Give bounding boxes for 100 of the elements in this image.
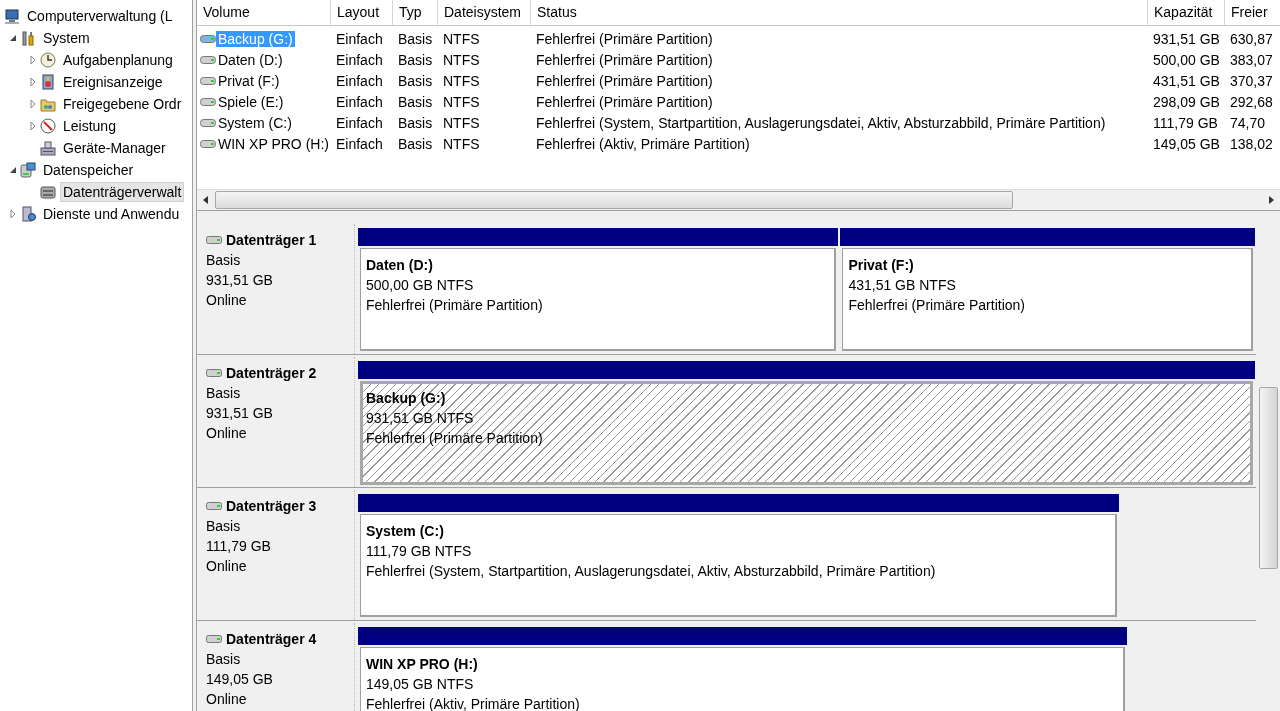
volume-name[interactable]: Spiele (E:): [216, 93, 286, 110]
disk-management-icon: [40, 184, 56, 200]
table-cell: Fehlerfrei (Primäre Partition): [536, 72, 713, 89]
drive-icon: [200, 138, 216, 149]
column-header[interactable]: Dateisystem: [438, 0, 531, 25]
table-cell: 500,00 GB: [1153, 51, 1220, 68]
services-icon: [20, 206, 36, 222]
partition-status: Fehlerfrei (Primäre Partition): [848, 296, 1026, 315]
disk-size: 931,51 GB: [206, 271, 274, 290]
table-cell: 111,79 GB: [1153, 114, 1218, 131]
table-cell: Einfach: [336, 51, 383, 68]
table-cell: Fehlerfrei (Primäre Partition): [536, 30, 713, 47]
table-cell: 292,68: [1230, 93, 1273, 110]
table-cell: 431,51 GB: [1153, 72, 1220, 89]
table-cell: 149,05 GB: [1153, 135, 1220, 152]
shared-folder-icon: [40, 96, 56, 112]
partition-status: Fehlerfrei (Aktiv, Primäre Partition): [366, 695, 581, 711]
partition-name: Daten (D:): [366, 256, 434, 275]
drive-icon: [200, 117, 216, 128]
tree-item[interactable]: Computerverwaltung (L: [24, 6, 176, 26]
storage-icon: [20, 162, 36, 178]
drive-icon: [200, 96, 216, 107]
partition-size: 111,79 GB NTFS: [366, 542, 473, 561]
table-cell: Einfach: [336, 72, 383, 89]
table-cell: Einfach: [336, 135, 383, 152]
expanded-arrow-icon[interactable]: [9, 166, 17, 174]
table-cell: 383,07: [1230, 51, 1273, 68]
column-header[interactable]: Typ: [393, 0, 438, 25]
collapsed-arrow-icon[interactable]: [9, 210, 17, 218]
tree-item[interactable]: Aufgabenplanung: [60, 50, 176, 70]
partition-status: Fehlerfrei (System, Startpartition, Auslagerungsdatei, Aktiv, Absturzabbild, Primäre Partition): [366, 562, 937, 581]
partition-block[interactable]: WIN XP PRO (H:) 149,05 GB NTFS Fehlerfrei (Aktiv, Primäre Partition): [360, 647, 1125, 711]
disk-size: 931,51 GB: [206, 404, 274, 423]
table-cell: Basis: [398, 114, 433, 131]
table-cell: Fehlerfrei (Aktiv, Primäre Partition): [536, 135, 750, 152]
event-log-icon: [40, 74, 56, 90]
table-cell: 931,51 GB: [1153, 30, 1220, 47]
table-cell: Einfach: [336, 30, 383, 47]
device-manager-icon: [40, 140, 56, 156]
column-header[interactable]: Volume: [197, 0, 331, 25]
column-header[interactable]: Layout: [331, 0, 393, 25]
tree-item[interactable]: System: [40, 28, 93, 48]
table-cell: NTFS: [443, 93, 480, 110]
disk-size: 149,05 GB: [206, 670, 274, 689]
table-cell: Basis: [398, 93, 433, 110]
disk-type: Basis: [206, 384, 242, 403]
table-cell: Fehlerfrei (Primäre Partition): [536, 93, 713, 110]
collapsed-arrow-icon[interactable]: [29, 122, 37, 130]
tree-item[interactable]: Freigegebene Ordr: [60, 94, 185, 114]
volume-name[interactable]: WIN XP PRO (H:): [216, 135, 331, 152]
partition-block[interactable]: System (C:) 111,79 GB NTFS Fehlerfrei (System, Startpartition, Auslagerungsdatei, Aktiv, Absturzabbild, Primäre Partition): [360, 514, 1117, 617]
table-cell: NTFS: [443, 72, 480, 89]
scroll-thumb[interactable]: [215, 191, 1013, 209]
partition-name: Privat (F:): [848, 256, 915, 275]
column-header[interactable]: Freier: [1225, 0, 1280, 25]
table-cell: Basis: [398, 135, 433, 152]
table-cell: 630,87: [1230, 30, 1273, 47]
scroll-thumb[interactable]: [1258, 387, 1278, 569]
tree-item[interactable]: Datenträgerverwalt: [60, 182, 185, 202]
partition-status: Fehlerfrei (Primäre Partition): [366, 429, 544, 448]
disk-status: Online: [206, 424, 248, 443]
partition-block[interactable]: Privat (F:) 431,51 GB NTFS Fehlerfrei (Primäre Partition): [842, 248, 1253, 351]
collapsed-arrow-icon[interactable]: [29, 56, 37, 64]
table-cell: Fehlerfrei (System, Startpartition, Auslagerungsdatei, Aktiv, Absturzabbild, Primäre Partition): [536, 114, 1106, 131]
table-cell: NTFS: [443, 135, 480, 152]
table-cell: Fehlerfrei (Primäre Partition): [536, 51, 713, 68]
expanded-arrow-icon[interactable]: [9, 34, 17, 42]
column-header[interactable]: Kapazität: [1148, 0, 1225, 25]
disk-name: Datenträger 3: [226, 497, 317, 516]
volume-name[interactable]: System (C:): [216, 114, 294, 131]
tree-item[interactable]: Dienste und Anwendu: [40, 204, 183, 224]
partition-status: Fehlerfrei (Primäre Partition): [366, 296, 544, 315]
disk-type: Basis: [206, 251, 242, 270]
partition-name: System (C:): [366, 522, 445, 541]
tools-icon: [20, 30, 36, 46]
collapsed-arrow-icon[interactable]: [29, 78, 37, 86]
volume-name[interactable]: Daten (D:): [216, 51, 285, 68]
partition-size: 931,51 GB NTFS: [366, 409, 475, 428]
disk-status: Online: [206, 557, 248, 576]
partition-block[interactable]: Daten (D:) 500,00 GB NTFS Fehlerfrei (Primäre Partition): [360, 248, 837, 351]
partition-name: WIN XP PRO (H:): [366, 655, 479, 674]
horizontal-scrollbar[interactable]: [197, 189, 1280, 210]
tree-item[interactable]: Ereignisanzeige: [60, 72, 166, 92]
partition-name: Backup (G:): [366, 389, 447, 408]
partition-block[interactable]: Backup (G:) 931,51 GB NTFS Fehlerfrei (Primäre Partition): [360, 381, 1253, 485]
table-cell: NTFS: [443, 51, 480, 68]
drive-icon: [200, 33, 216, 44]
disk-type: Basis: [206, 517, 242, 536]
collapsed-arrow-icon[interactable]: [29, 100, 37, 108]
partition-size: 149,05 GB NTFS: [366, 675, 475, 694]
tree-item[interactable]: Leistung: [60, 116, 119, 136]
table-cell: Einfach: [336, 93, 383, 110]
tree-item[interactable]: Geräte-Manager: [60, 138, 169, 158]
tree-item[interactable]: Datenspeicher: [40, 160, 137, 180]
table-cell: Basis: [398, 72, 433, 89]
clock-icon: [40, 52, 56, 68]
volume-name[interactable]: Privat (F:): [216, 72, 282, 89]
table-cell: 298,09 GB: [1153, 93, 1220, 110]
column-header[interactable]: Status: [531, 0, 1148, 25]
table-cell: NTFS: [443, 30, 480, 47]
